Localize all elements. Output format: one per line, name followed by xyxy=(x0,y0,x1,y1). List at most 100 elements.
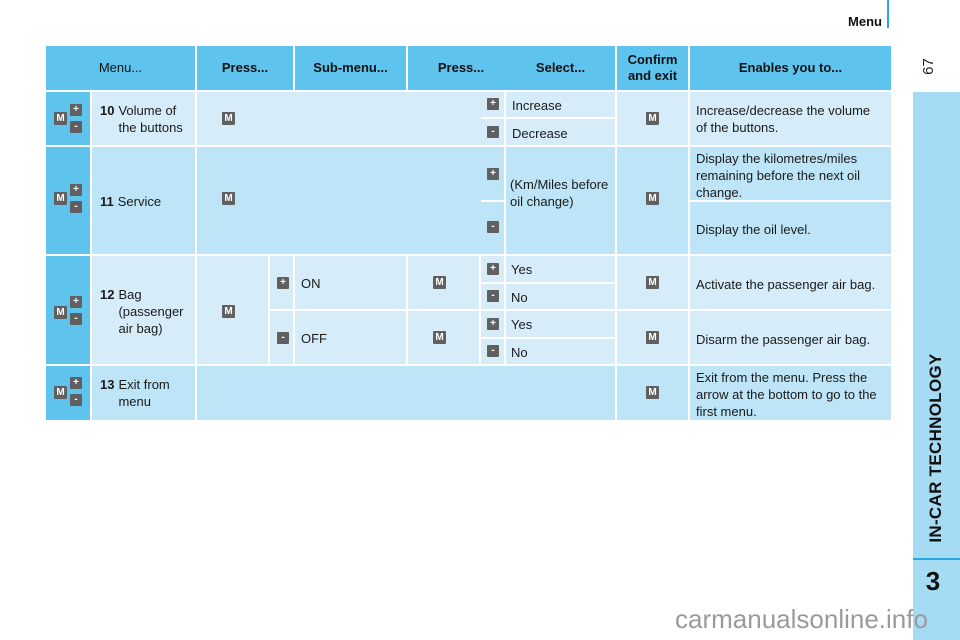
submenu-key-cell: + xyxy=(270,256,293,309)
submenu-option: ON xyxy=(295,256,406,309)
description-cell: Increase/decrease the volume of the butt… xyxy=(690,92,891,145)
select-option: Yes xyxy=(506,256,615,282)
menu-key-icon: M xyxy=(54,386,67,399)
select-option: No xyxy=(506,339,615,364)
press-cell: M xyxy=(408,311,479,364)
menu-keys-cell: M + - xyxy=(46,256,90,364)
plus-key-icon: + xyxy=(70,104,82,116)
menu-key-icon: M xyxy=(646,112,659,125)
confirm-cell: M xyxy=(617,311,688,364)
minus-key-icon: - xyxy=(70,121,82,133)
minus-key-icon: - xyxy=(70,394,82,406)
description-cell: Exit from the menu. Press the arrow at t… xyxy=(690,366,891,420)
entry-number: 12 xyxy=(100,287,115,302)
header-select: Select... xyxy=(506,46,615,90)
select-key-cell: - xyxy=(481,284,504,309)
menu-entry-cell: 10 Volume of the buttons xyxy=(92,92,195,145)
confirm-cell: M xyxy=(617,366,688,420)
plus-key-icon: + xyxy=(70,296,82,308)
select-option: No xyxy=(506,284,615,309)
press-cell: M xyxy=(197,147,481,254)
chapter-divider xyxy=(913,558,960,560)
minus-key-icon: - xyxy=(487,126,499,138)
select-key-cell: - xyxy=(481,339,504,364)
header-confirm-line1: Confirm xyxy=(627,52,678,67)
select-option: Increase xyxy=(506,92,615,117)
section-title: Menu xyxy=(848,14,882,29)
entry-number: 13 xyxy=(100,377,115,392)
select-key-cell: + xyxy=(481,256,504,282)
menu-keys-cell: M + - xyxy=(46,366,90,420)
menu-key-icon: M xyxy=(646,276,659,289)
confirm-cell: M xyxy=(617,256,688,309)
menu-key-icon: M xyxy=(222,192,235,205)
menu-key-icon: M xyxy=(54,306,67,319)
entry-number: 10 xyxy=(100,103,115,118)
confirm-cell: M xyxy=(617,147,688,254)
empty-cell xyxy=(197,366,615,420)
menu-entry-cell: 12 Bag (passenger air bag) xyxy=(92,256,195,364)
entry-label-line2: menu xyxy=(118,394,151,409)
menu-key-icon: M xyxy=(433,276,446,289)
select-key-cell: - xyxy=(481,202,504,254)
plus-key-icon: + xyxy=(487,98,499,110)
menu-key-icon: M xyxy=(646,386,659,399)
minus-key-icon: - xyxy=(487,290,499,302)
submenu-key-cell: - xyxy=(270,311,293,364)
menu-key-icon: M xyxy=(646,331,659,344)
chapter-number: 3 xyxy=(925,566,941,596)
minus-key-icon: - xyxy=(277,332,289,344)
submenu-option: OFF xyxy=(295,311,406,364)
menu-keys-cell: M + - xyxy=(46,92,90,145)
entry-label-line3: air bag) xyxy=(118,321,163,336)
section-divider xyxy=(887,0,889,28)
header-submenu: Sub-menu... xyxy=(295,46,406,90)
plus-key-icon: + xyxy=(487,318,499,330)
entry-label-line2: the buttons xyxy=(118,120,183,135)
plus-key-icon: + xyxy=(70,184,82,196)
select-key-cell: + xyxy=(481,147,504,200)
press-cell: M xyxy=(408,256,479,309)
description-cell: Disarm the passenger air bag. xyxy=(690,311,891,364)
header-menu: Menu... xyxy=(46,46,195,90)
plus-key-icon: + xyxy=(70,377,82,389)
description-cell: Display the kilometres/miles remaining b… xyxy=(690,147,891,200)
entry-label-line1: Exit from xyxy=(118,377,170,392)
menu-entry-cell: 13 Exit from menu xyxy=(92,366,195,420)
press-cell: M xyxy=(197,92,481,145)
menu-key-icon: M xyxy=(54,112,67,125)
entry-label-line2: (passenger xyxy=(118,304,184,319)
select-option: Yes xyxy=(506,311,615,337)
menu-key-icon: M xyxy=(646,192,659,205)
description-cell: Display the oil level. xyxy=(690,202,891,254)
header-confirm-line2: and exit xyxy=(627,68,678,83)
plus-key-icon: + xyxy=(487,263,499,275)
confirm-cell: M xyxy=(617,92,688,145)
press-cell: M xyxy=(197,256,268,364)
plus-key-icon: + xyxy=(487,168,499,180)
page-number: 67 xyxy=(919,58,937,75)
chapter-title: IN-CAR TECHNOLOGY xyxy=(926,353,945,543)
header-press: Press... xyxy=(197,46,293,90)
plus-key-icon: + xyxy=(277,277,289,289)
menu-key-icon: M xyxy=(222,112,235,125)
select-key-cell: + xyxy=(481,92,504,117)
entry-label-line1: Volume of xyxy=(118,103,177,118)
header-enables: Enables you to... xyxy=(690,46,891,90)
select-key-cell: - xyxy=(481,119,504,145)
minus-key-icon: - xyxy=(487,345,499,357)
menu-keys-cell: M + - xyxy=(46,147,90,254)
select-option: Decrease xyxy=(506,119,615,145)
select-option: (Km/Miles before oil change) xyxy=(506,147,615,254)
menu-key-icon: M xyxy=(222,305,235,318)
watermark: carmanualsonline.info xyxy=(675,604,928,634)
entry-number: 11 xyxy=(100,194,114,209)
minus-key-icon: - xyxy=(70,313,82,325)
menu-key-icon: M xyxy=(54,192,67,205)
menu-key-icon: M xyxy=(433,331,446,344)
minus-key-icon: - xyxy=(487,221,499,233)
minus-key-icon: - xyxy=(70,201,82,213)
menu-entry-cell: 11 Service xyxy=(92,147,195,254)
entry-label-line1: Service xyxy=(117,194,162,209)
entry-label-line1: Bag xyxy=(118,287,142,302)
